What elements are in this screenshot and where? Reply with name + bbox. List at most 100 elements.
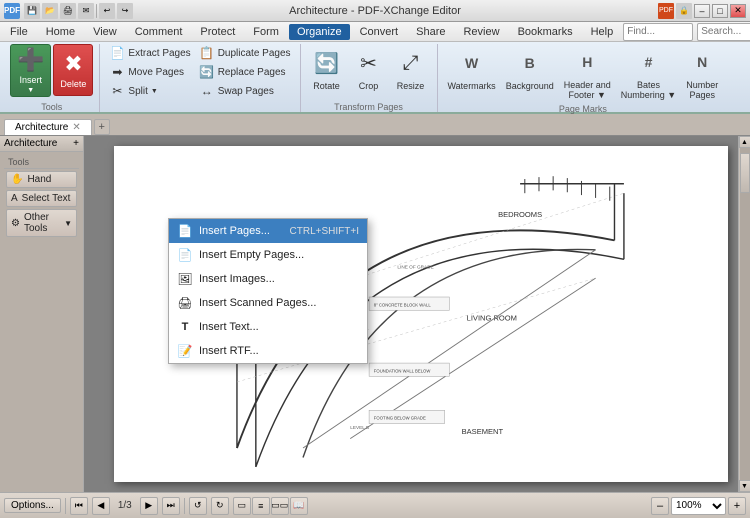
background-button[interactable]: B Background [502,44,558,94]
insert-images-item[interactable]: 🖼 Insert Images... [169,267,367,291]
resize-button[interactable]: ⤢ Resize [391,44,431,94]
doc-area: BEDROOMS LIVING ROOM BASEMENT LINE OF GR… [84,136,738,492]
save-icon[interactable]: 💾 [24,3,40,19]
menu-file[interactable]: File [2,24,36,40]
facing-button[interactable]: ▭▭ [271,497,289,515]
svg-text:8" CONCRETE BLOCK WALL: 8" CONCRETE BLOCK WALL [374,302,432,307]
svg-text:BEDROOMS: BEDROOMS [498,210,542,219]
watermarks-button[interactable]: W Watermarks [444,44,500,94]
move-pages-button[interactable]: ➡ Move Pages [106,63,187,81]
rotate-left-button[interactable]: ↺ [189,497,207,515]
replace-pages-icon: 🔄 [199,64,215,80]
status-divider [65,498,66,514]
scroll-up-button[interactable]: ▲ [739,136,750,148]
single-page-button[interactable]: ▭ [233,497,251,515]
find-input[interactable] [623,23,693,41]
menu-form[interactable]: Form [245,24,287,40]
insert-rtf-icon: 📝 [177,343,193,359]
doc-tab-close[interactable]: ✕ [72,122,80,133]
bates-button[interactable]: # BatesNumbering ▼ [617,44,680,102]
swap-pages-button[interactable]: ↔ Swap Pages [196,82,277,100]
continuous-button[interactable]: ≡ [252,497,270,515]
undo-icon[interactable]: ↩ [99,3,115,19]
insert-text-label: Insert Text... [199,321,259,333]
insert-rtf-item[interactable]: 📝 Insert RTF... [169,339,367,363]
options-button[interactable]: Options... [4,498,61,513]
last-page-button[interactable]: ⏭ [162,497,180,515]
scroll-thumb[interactable] [740,153,750,193]
crop-button[interactable]: ✂ Crop [349,44,389,94]
menu-organize[interactable]: Organize [289,24,350,40]
hand-tool-icon: ✋ [11,174,23,185]
header-footer-button[interactable]: H Header andFooter ▼ [560,44,615,102]
menu-bookmarks[interactable]: Bookmarks [510,24,581,40]
doc-tab-architecture[interactable]: Architecture ✕ [4,119,92,135]
title-bar: PDF 💾 📂 🖨 ✉ ↩ ↪ Architecture - PDF-XChan… [0,0,750,22]
maximize-button[interactable]: □ [712,4,728,18]
sidebar-plus-icon[interactable]: + [73,138,79,149]
menu-share[interactable]: Share [408,24,453,40]
insert-images-label: Insert Images... [199,273,275,285]
rotate-button[interactable]: 🔄 Rotate [307,44,347,94]
menu-convert[interactable]: Convert [352,24,407,40]
insert-button[interactable]: ➕ Insert ▼ [10,44,51,97]
insert-empty-pages-item[interactable]: 📄 Insert Empty Pages... [169,243,367,267]
scroll-down-button[interactable]: ▼ [739,480,750,492]
insert-scanned-pages-item[interactable]: 🖨 Insert Scanned Pages... [169,291,367,315]
replace-pages-label: Replace Pages [218,67,286,78]
menu-home[interactable]: Home [38,24,83,40]
insert-rtf-label: Insert RTF... [199,345,259,357]
doc-tab-label: Architecture [15,122,68,133]
zoom-select[interactable]: 100% 75% 50% 125% 150% [671,497,726,515]
rotate-right-button[interactable]: ↻ [211,497,229,515]
sidebar-tools: ✋ Hand A Select Text ⚙ Other Tools ▼ [4,169,79,239]
delete-label: Delete [60,79,86,89]
select-text-button[interactable]: A Select Text [6,190,77,207]
svg-text:BASEMENT: BASEMENT [462,427,504,436]
doc-tabs: Architecture ✕ + [0,114,750,136]
split-label: Split [128,86,147,97]
zoom-in-button[interactable]: + [728,497,746,515]
insert-text-item[interactable]: T Insert Text... [169,315,367,339]
app-title: Architecture - PDF-XChange Editor [289,5,461,17]
insert-scanned-pages-label: Insert Scanned Pages... [199,297,316,309]
replace-pages-button[interactable]: 🔄 Replace Pages [196,63,289,81]
extract-pages-button[interactable]: 📄 Extract Pages [106,44,193,62]
duplicate-pages-button[interactable]: 📋 Duplicate Pages [196,44,294,62]
menu-help[interactable]: Help [583,24,622,40]
zoom-out-button[interactable]: – [651,497,669,515]
first-page-button[interactable]: ⏮ [70,497,88,515]
other-tools-button[interactable]: ⚙ Other Tools ▼ [6,209,77,237]
menu-protect[interactable]: Protect [192,24,243,40]
cover-button[interactable]: 📖 [290,497,308,515]
email-icon[interactable]: ✉ [78,3,94,19]
swap-pages-label: Swap Pages [218,86,274,97]
watermarks-label: Watermarks [448,81,496,91]
ribbon-group-pages: 📄 Extract Pages ➡ Move Pages ✂ Split ▼ [100,44,300,112]
open-icon[interactable]: 📂 [42,3,58,19]
prev-page-button[interactable]: ◀ [92,497,110,515]
ribbon-group-tools: ➕ Insert ▼ ✖ Delete Tools [4,44,100,112]
logo-icon: PDF [658,3,674,19]
minimize-button[interactable]: – [694,4,710,18]
menu-review[interactable]: Review [455,24,507,40]
menu-comment[interactable]: Comment [127,24,191,40]
close-button[interactable]: ✕ [730,4,746,18]
split-button[interactable]: ✂ Split ▼ [106,82,160,100]
hand-tool-button[interactable]: ✋ Hand [6,171,77,188]
next-page-button[interactable]: ▶ [140,497,158,515]
swap-pages-icon: ↔ [199,83,215,99]
svg-text:FOUNDATION WALL BELOW: FOUNDATION WALL BELOW [374,369,431,374]
hand-tool-label: Hand [27,174,51,185]
search-input[interactable] [697,23,750,41]
number-pages-button[interactable]: N NumberPages [682,44,722,102]
ribbon-marks-label: Page Marks [559,102,607,114]
ribbon-transform-buttons: 🔄 Rotate ✂ Crop ⤢ Resize [307,44,431,100]
insert-pages-item[interactable]: 📄 Insert Pages... CTRL+SHIFT+I [169,219,367,243]
redo-icon[interactable]: ↪ [117,3,133,19]
print-icon[interactable]: 🖨 [60,3,76,19]
menu-view[interactable]: View [85,24,125,40]
delete-button[interactable]: ✖ Delete [53,44,93,96]
doc-tab-add[interactable]: + [94,119,110,135]
number-pages-label: NumberPages [686,80,718,100]
